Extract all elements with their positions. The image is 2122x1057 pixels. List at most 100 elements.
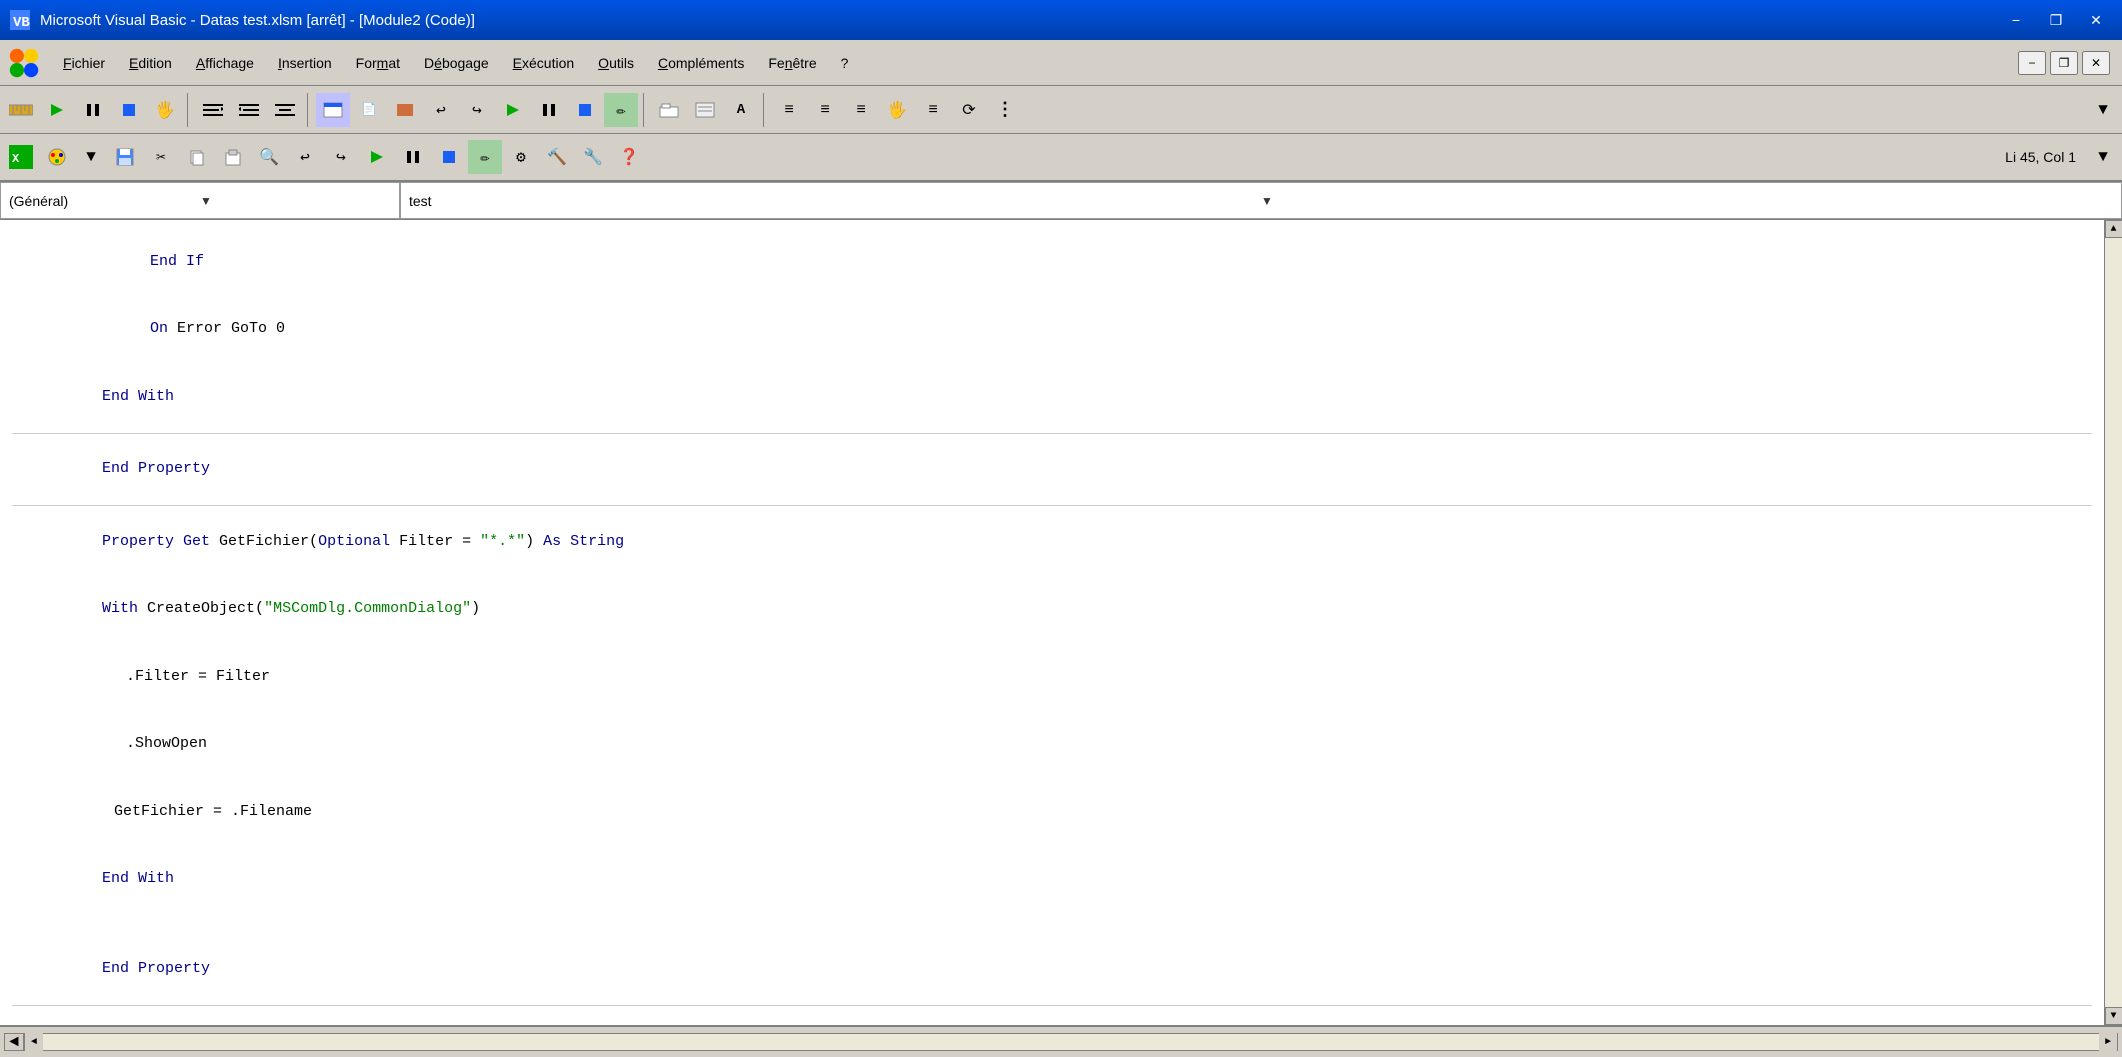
toolbar2: X ▼ ✂ 🔍 ↩ ↪ [0, 134, 2122, 182]
pause2-button[interactable] [396, 140, 430, 174]
reset-button[interactable] [568, 93, 602, 127]
mdi-close-button[interactable]: ✕ [2082, 51, 2110, 75]
procedure-dropdown[interactable]: test ▼ [400, 182, 2122, 219]
insert-module-button[interactable]: 📄 [352, 93, 386, 127]
object-dropdown-value: (Général) [9, 193, 200, 209]
hand-cursor-icon: 🖐 [148, 93, 182, 127]
mdi-minimize-button[interactable]: − [2018, 51, 2046, 75]
save-button[interactable] [108, 140, 142, 174]
li-col-display: Li 45, Col 1 [2005, 149, 2076, 165]
menu-fichier[interactable]: Fichier [52, 50, 116, 76]
undo-button[interactable]: ↩ [424, 93, 458, 127]
code-line: End With [12, 846, 2092, 914]
code-line: .Filter = Filter [12, 643, 2092, 711]
code-line: End Property [12, 936, 2092, 1004]
stop-button[interactable] [112, 93, 146, 127]
scroll-down-arrow[interactable]: ▼ [2105, 1007, 2122, 1025]
insert-class-button[interactable] [388, 93, 422, 127]
find-button[interactable]: 🔍 [252, 140, 286, 174]
redo2-button[interactable]: ↪ [324, 140, 358, 174]
more-icon[interactable]: ⋮ [988, 93, 1022, 127]
code-line: End Property [12, 436, 2092, 504]
code-line-blank [12, 913, 2092, 936]
code-header: (Général) ▼ test ▼ [0, 182, 2122, 220]
excel-icon: X [4, 140, 38, 174]
code-separator [12, 433, 2092, 434]
project-explorer-button[interactable] [652, 93, 686, 127]
ruler-icon [4, 93, 38, 127]
toolbar2-dropdown[interactable]: ▼ [2088, 140, 2118, 174]
code-separator [12, 1005, 2092, 1006]
wrench-button[interactable]: 🔧 [576, 140, 610, 174]
menu-help[interactable]: ? [830, 50, 860, 76]
scroll-left-arrow[interactable]: ◄ [25, 1033, 43, 1051]
menu-affichage[interactable]: Affichage [185, 50, 265, 76]
align-right-icon[interactable]: ≡ [844, 93, 878, 127]
menu-debogage[interactable]: Débogage [413, 50, 500, 76]
code-line: End If [12, 228, 2092, 296]
scroll-right-arrow[interactable]: ► [2099, 1033, 2117, 1051]
palette-dropdown[interactable]: ▼ [76, 140, 106, 174]
align-left-icon[interactable]: ≡ [772, 93, 806, 127]
menu-complements[interactable]: Compléments [647, 50, 755, 76]
minimize-button[interactable]: − [1998, 6, 2034, 34]
paste-button[interactable] [216, 140, 250, 174]
hand2-icon: 🖐 [880, 93, 914, 127]
vertical-scrollbar[interactable]: ▲ ▼ [2104, 220, 2122, 1025]
pause-button[interactable] [76, 93, 110, 127]
object-dropdown-arrow: ▼ [200, 194, 391, 208]
run3-button[interactable] [360, 140, 394, 174]
menu-format[interactable]: Format [345, 50, 411, 76]
tab-scroll-left[interactable]: ◄ [4, 1033, 24, 1051]
code-line: With CreateObject("MSComDlg.CommonDialog… [12, 576, 2092, 644]
code-area: End If On Error GoTo 0 End With End Prop… [0, 220, 2122, 1025]
code-content[interactable]: End If On Error GoTo 0 End With End Prop… [0, 220, 2104, 1025]
indent-right-icon[interactable] [232, 93, 266, 127]
align-center-icon[interactable]: ≡ [808, 93, 842, 127]
code-separator [12, 505, 2092, 506]
settings-button[interactable]: ⚙ [504, 140, 538, 174]
build-button[interactable]: 🔨 [540, 140, 574, 174]
menu-insertion[interactable]: Insertion [267, 50, 343, 76]
lines-icon: ≡ [916, 93, 950, 127]
help-button[interactable]: ❓ [612, 140, 646, 174]
stop2-button[interactable] [432, 140, 466, 174]
font-icon: A [724, 93, 758, 127]
horizontal-scrollbar[interactable]: ◄ ► [24, 1033, 2118, 1051]
cut-button[interactable]: ✂ [144, 140, 178, 174]
main-content: (Général) ▼ test ▼ End If On Error GoTo … [0, 182, 2122, 1057]
svg-text:VB: VB [13, 15, 30, 31]
break-button[interactable] [532, 93, 566, 127]
code-line-blank [12, 1008, 2092, 1025]
indent-both-icon[interactable] [268, 93, 302, 127]
design-mode-button[interactable]: ✏ [604, 93, 638, 127]
mdi-restore-button[interactable]: ❐ [2050, 51, 2078, 75]
redo-button[interactable]: ↪ [460, 93, 494, 127]
window-title: Microsoft Visual Basic - Datas test.xlsm… [40, 12, 1998, 29]
scroll-up-arrow[interactable]: ▲ [2105, 220, 2122, 238]
indent-left-icon[interactable] [196, 93, 230, 127]
properties-button[interactable] [688, 93, 722, 127]
restore-button[interactable]: ❐ [2038, 6, 2074, 34]
menu-outils[interactable]: Outils [587, 50, 645, 76]
scroll-track[interactable] [2105, 238, 2122, 1007]
menu-bar: Fichier Edition Affichage Insertion Form… [0, 40, 2122, 86]
menu-edition[interactable]: Edition [118, 50, 183, 76]
run2-button[interactable] [496, 93, 530, 127]
insert-userform-button[interactable] [316, 93, 350, 127]
menu-items: Fichier Edition Affichage Insertion Form… [52, 50, 859, 76]
object-dropdown[interactable]: (Général) ▼ [0, 182, 400, 219]
palette-icon[interactable] [40, 140, 74, 174]
toolbar1-dropdown[interactable]: ▼ [2088, 93, 2118, 127]
menu-fenetre[interactable]: Fenêtre [757, 50, 827, 76]
app-icon: VB [8, 8, 32, 32]
h-scroll-track[interactable] [43, 1034, 2099, 1050]
undo2-button[interactable]: ↩ [288, 140, 322, 174]
close-button[interactable]: ✕ [2078, 6, 2114, 34]
svg-text:X: X [12, 152, 20, 166]
menu-execution[interactable]: Exécution [502, 50, 586, 76]
copy-button[interactable] [180, 140, 214, 174]
refresh-icon[interactable]: ⟳ [952, 93, 986, 127]
run-button[interactable] [40, 93, 74, 127]
design2-button[interactable]: ✏ [468, 140, 502, 174]
